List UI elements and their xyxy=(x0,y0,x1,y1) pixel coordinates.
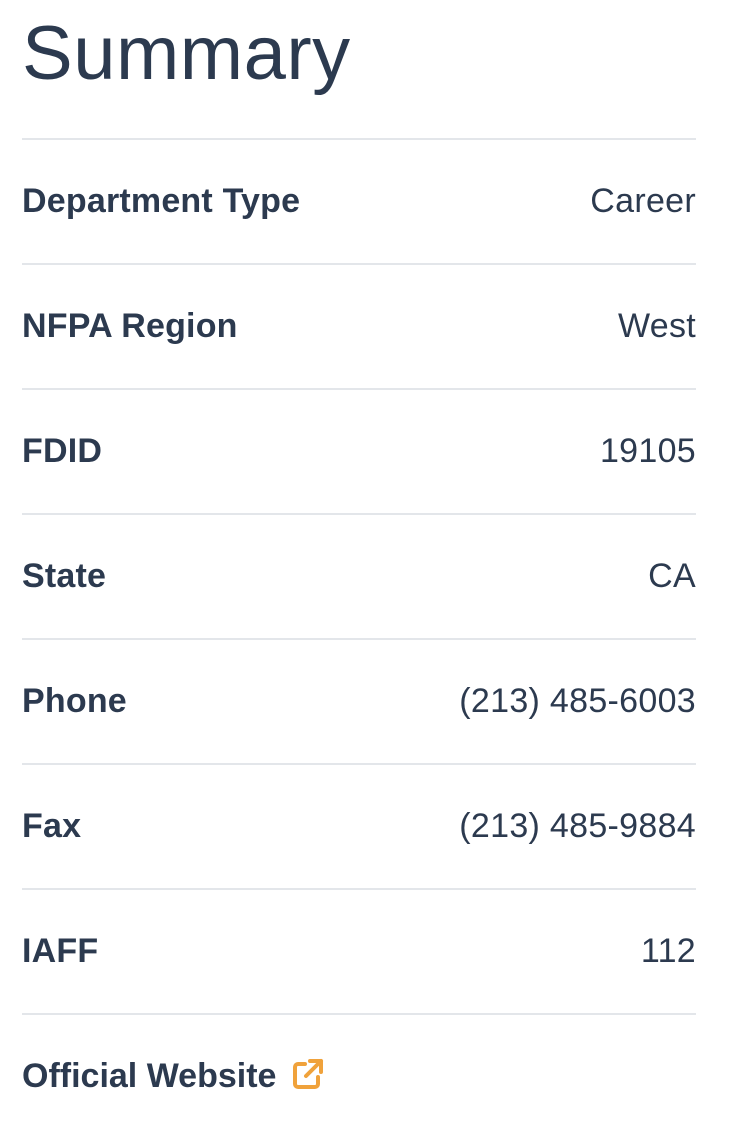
row-fdid: FDID 19105 xyxy=(22,388,696,513)
page-title: Summary xyxy=(22,11,351,96)
official-website-label: Official Website xyxy=(22,1057,277,1095)
official-website-link[interactable]: Official Website xyxy=(22,1057,326,1096)
row-value: Career xyxy=(590,182,696,220)
row-state: State CA xyxy=(22,513,696,638)
row-label: State xyxy=(22,557,107,595)
row-label: Phone xyxy=(22,682,127,720)
row-value: (213) 485-9884 xyxy=(459,807,696,845)
row-phone: Phone (213) 485-6003 xyxy=(22,638,696,763)
row-value: (213) 485-6003 xyxy=(459,682,696,720)
row-official-website: Official Website xyxy=(22,1013,696,1138)
row-fax: Fax (213) 485-9884 xyxy=(22,763,696,888)
row-label: IAFF xyxy=(22,932,99,970)
external-link-icon[interactable] xyxy=(290,1056,326,1092)
row-label: FDID xyxy=(22,432,103,470)
row-iaff: IAFF 112 xyxy=(22,888,696,1013)
row-nfpa-region: NFPA Region West xyxy=(22,263,696,388)
row-value: West xyxy=(617,307,696,345)
row-value: 19105 xyxy=(599,432,696,470)
row-label: Fax xyxy=(22,807,82,845)
row-label: NFPA Region xyxy=(22,307,238,345)
row-department-type: Department Type Career xyxy=(22,138,696,263)
row-value: CA xyxy=(648,557,696,595)
row-value: 112 xyxy=(640,932,696,970)
row-label: Department Type xyxy=(22,182,301,220)
summary-panel: Summary Department Type Career NFPA Regi… xyxy=(0,0,730,1140)
summary-list: Department Type Career NFPA Region West … xyxy=(22,138,696,1138)
